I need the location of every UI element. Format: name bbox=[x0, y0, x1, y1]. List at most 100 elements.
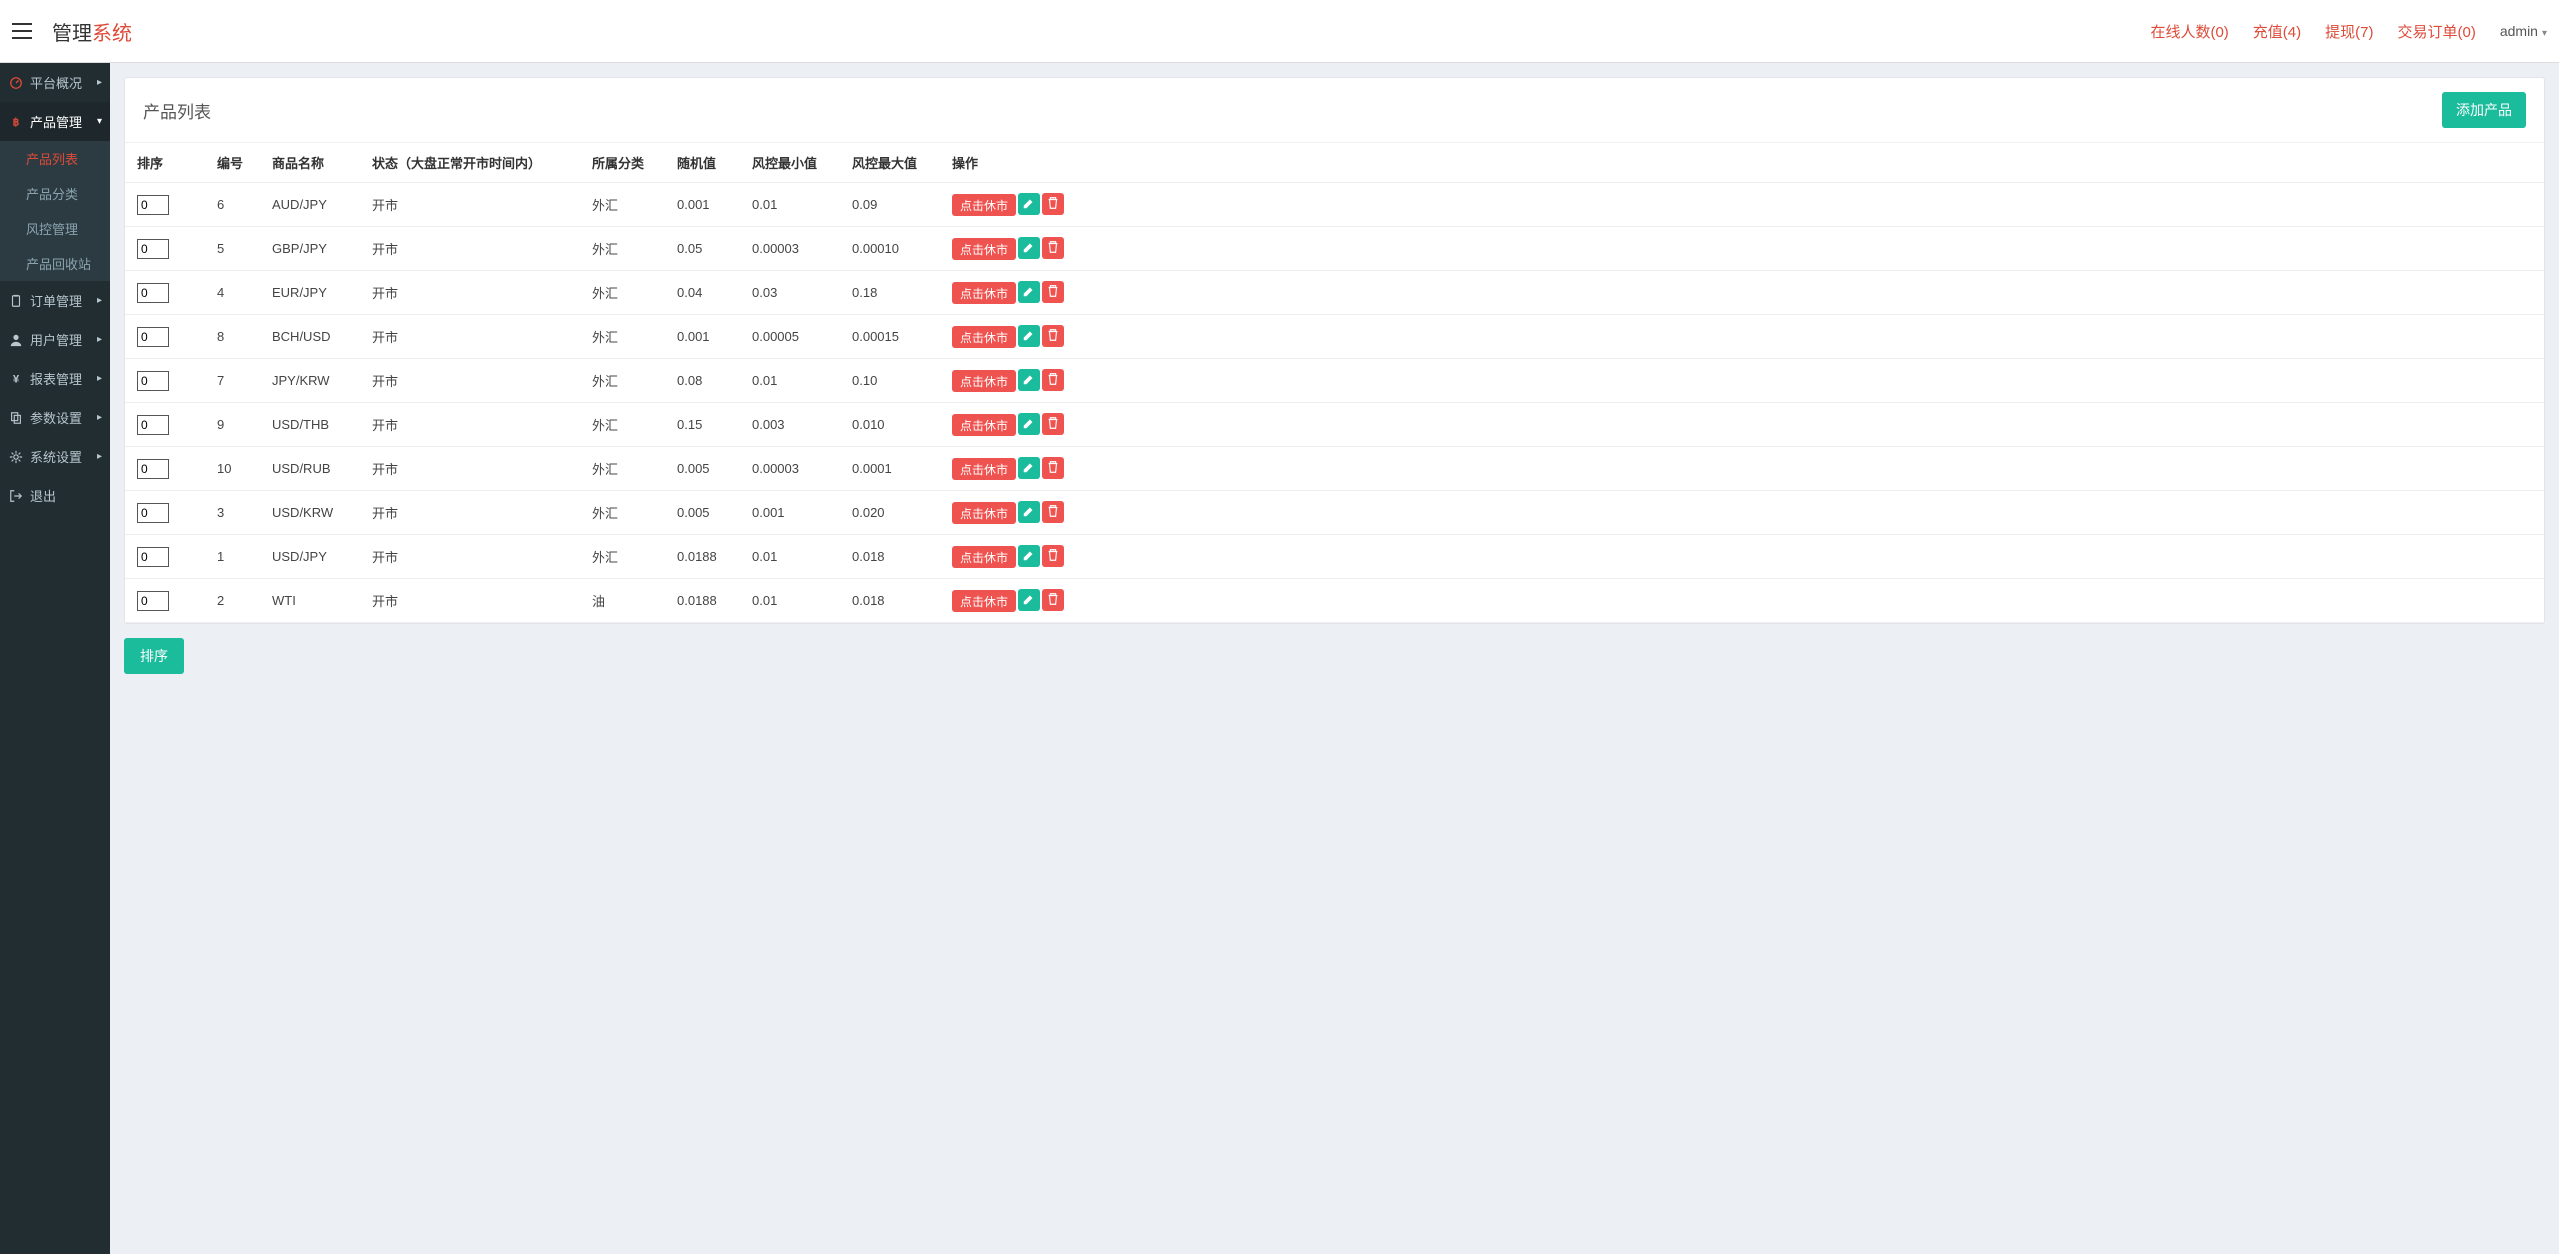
delete-button[interactable] bbox=[1042, 237, 1064, 259]
edit-button[interactable] bbox=[1018, 545, 1040, 567]
edit-button[interactable] bbox=[1018, 369, 1040, 391]
cell-status: 开市 bbox=[360, 183, 580, 227]
toggle-market-button[interactable]: 点击休市 bbox=[952, 590, 1016, 612]
nav-item-bitcoin[interactable]: ฿产品管理▾ bbox=[0, 102, 110, 141]
delete-button[interactable] bbox=[1042, 193, 1064, 215]
cell-status: 开市 bbox=[360, 579, 580, 623]
cell-max: 0.018 bbox=[840, 535, 940, 579]
cell-actions: 点击休市 bbox=[940, 271, 2544, 315]
nav-item-gear[interactable]: 系统设置▸ bbox=[0, 437, 110, 476]
header-link-recharge[interactable]: 充值(4) bbox=[2253, 21, 2301, 42]
sub-item[interactable]: 产品回收站 bbox=[0, 246, 110, 281]
header-link-withdraw[interactable]: 提现(7) bbox=[2325, 21, 2373, 42]
chevron-down-icon: ▾ bbox=[2542, 28, 2547, 39]
menu-toggle-button[interactable] bbox=[12, 17, 40, 45]
edit-button[interactable] bbox=[1018, 501, 1040, 523]
trash-icon bbox=[1046, 284, 1060, 301]
cell-random: 0.15 bbox=[665, 403, 740, 447]
trash-icon bbox=[1046, 548, 1060, 565]
sub-item[interactable]: 产品分类 bbox=[0, 176, 110, 211]
sort-button[interactable]: 排序 bbox=[124, 638, 184, 674]
cell-random: 0.0188 bbox=[665, 535, 740, 579]
sort-input[interactable] bbox=[137, 239, 169, 259]
edit-button[interactable] bbox=[1018, 193, 1040, 215]
sort-input[interactable] bbox=[137, 459, 169, 479]
cell-id: 3 bbox=[205, 491, 260, 535]
cell-category: 外汇 bbox=[580, 491, 665, 535]
sort-input[interactable] bbox=[137, 195, 169, 215]
header-link-orders[interactable]: 交易订单(0) bbox=[2397, 21, 2475, 42]
toggle-market-button[interactable]: 点击休市 bbox=[952, 414, 1016, 436]
delete-button[interactable] bbox=[1042, 589, 1064, 611]
table-row: 4EUR/JPY开市外汇0.040.030.18点击休市 bbox=[125, 271, 2544, 315]
sort-input[interactable] bbox=[137, 415, 169, 435]
user-dropdown[interactable]: admin▾ bbox=[2500, 23, 2547, 39]
cell-max: 0.18 bbox=[840, 271, 940, 315]
sort-input[interactable] bbox=[137, 371, 169, 391]
toggle-market-button[interactable]: 点击休市 bbox=[952, 458, 1016, 480]
toggle-market-button[interactable]: 点击休市 bbox=[952, 238, 1016, 260]
cell-actions: 点击休市 bbox=[940, 491, 2544, 535]
cell-min: 0.01 bbox=[740, 579, 840, 623]
cell-random: 0.005 bbox=[665, 447, 740, 491]
sort-input[interactable] bbox=[137, 591, 169, 611]
edit-button[interactable] bbox=[1018, 589, 1040, 611]
trash-icon bbox=[1046, 504, 1060, 521]
trash-icon bbox=[1046, 592, 1060, 609]
product-table: 排序编号商品名称状态（大盘正常开市时间内）所属分类随机值风控最小值风控最大值操作… bbox=[125, 143, 2544, 623]
cell-min: 0.00003 bbox=[740, 447, 840, 491]
nav-item-yen[interactable]: ¥报表管理▸ bbox=[0, 359, 110, 398]
trash-icon bbox=[1046, 328, 1060, 345]
delete-button[interactable] bbox=[1042, 545, 1064, 567]
nav-item-copy[interactable]: 参数设置▸ bbox=[0, 398, 110, 437]
nav-item-logout[interactable]: 退出 bbox=[0, 476, 110, 515]
sort-input[interactable] bbox=[137, 503, 169, 523]
sort-input[interactable] bbox=[137, 327, 169, 347]
sort-input[interactable] bbox=[137, 547, 169, 567]
edit-button[interactable] bbox=[1018, 325, 1040, 347]
cell-status: 开市 bbox=[360, 535, 580, 579]
toggle-market-button[interactable]: 点击休市 bbox=[952, 326, 1016, 348]
nav-item-clipboard[interactable]: 订单管理▸ bbox=[0, 281, 110, 320]
cell-id: 10 bbox=[205, 447, 260, 491]
delete-button[interactable] bbox=[1042, 325, 1064, 347]
edit-button[interactable] bbox=[1018, 457, 1040, 479]
edit-button[interactable] bbox=[1018, 281, 1040, 303]
cell-status: 开市 bbox=[360, 447, 580, 491]
column-header: 排序 bbox=[125, 143, 205, 183]
user-icon bbox=[8, 332, 24, 348]
delete-button[interactable] bbox=[1042, 369, 1064, 391]
cell-status: 开市 bbox=[360, 403, 580, 447]
cell-name: JPY/KRW bbox=[260, 359, 360, 403]
cell-id: 5 bbox=[205, 227, 260, 271]
nav-item-dashboard[interactable]: 平台概况▸ bbox=[0, 63, 110, 102]
svg-text:฿: ฿ bbox=[13, 116, 20, 128]
delete-button[interactable] bbox=[1042, 413, 1064, 435]
delete-button[interactable] bbox=[1042, 457, 1064, 479]
toggle-market-button[interactable]: 点击休市 bbox=[952, 546, 1016, 568]
toggle-market-button[interactable]: 点击休市 bbox=[952, 502, 1016, 524]
cell-max: 0.0001 bbox=[840, 447, 940, 491]
add-product-button[interactable]: 添加产品 bbox=[2442, 92, 2526, 128]
cell-random: 0.08 bbox=[665, 359, 740, 403]
toggle-market-button[interactable]: 点击休市 bbox=[952, 194, 1016, 216]
delete-button[interactable] bbox=[1042, 501, 1064, 523]
edit-button[interactable] bbox=[1018, 237, 1040, 259]
nav-item-user[interactable]: 用户管理▸ bbox=[0, 320, 110, 359]
delete-button[interactable] bbox=[1042, 281, 1064, 303]
cell-id: 4 bbox=[205, 271, 260, 315]
sort-input[interactable] bbox=[137, 283, 169, 303]
cell-id: 2 bbox=[205, 579, 260, 623]
cell-max: 0.018 bbox=[840, 579, 940, 623]
header-link-online[interactable]: 在线人数(0) bbox=[2150, 21, 2228, 42]
sub-item[interactable]: 产品列表 bbox=[0, 141, 110, 176]
edit-button[interactable] bbox=[1018, 413, 1040, 435]
cell-name: USD/THB bbox=[260, 403, 360, 447]
chevron-right-icon: ▸ bbox=[97, 412, 102, 423]
clipboard-icon bbox=[8, 293, 24, 309]
toggle-market-button[interactable]: 点击休市 bbox=[952, 282, 1016, 304]
toggle-market-button[interactable]: 点击休市 bbox=[952, 370, 1016, 392]
sub-item[interactable]: 风控管理 bbox=[0, 211, 110, 246]
cell-min: 0.003 bbox=[740, 403, 840, 447]
pencil-icon bbox=[1022, 504, 1036, 521]
